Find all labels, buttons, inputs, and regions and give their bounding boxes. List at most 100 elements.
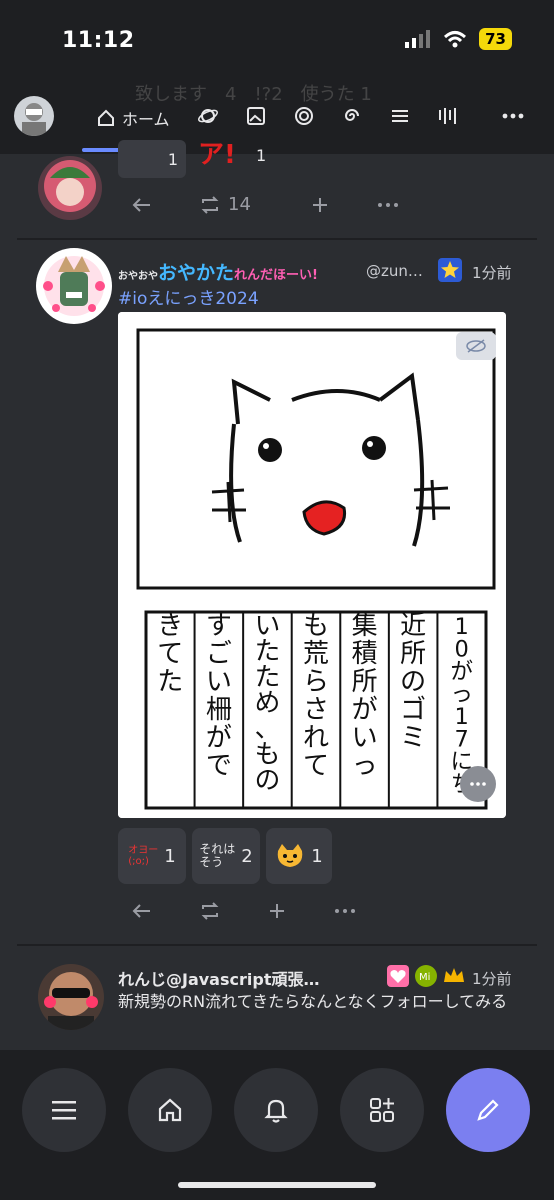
post2-more-button[interactable] — [334, 908, 356, 914]
post3-avatar[interactable] — [38, 964, 104, 1030]
renote-icon — [201, 195, 219, 214]
post2-display-name[interactable]: おやおやおやかたれんだほーい! — [118, 258, 318, 285]
reaction-sorehasou-emoji: それはそう — [199, 842, 236, 869]
home-icon — [98, 109, 114, 126]
tab-media[interactable] — [246, 106, 266, 126]
reply-button[interactable] — [132, 196, 152, 214]
post2-actions — [132, 902, 404, 920]
comic-column-text: いたため、もの — [255, 611, 281, 795]
bell-icon — [264, 1099, 288, 1123]
plus-icon — [270, 904, 284, 918]
eye-off-icon — [466, 339, 486, 353]
status-time: 11:12 — [62, 28, 135, 53]
comic-column-text: 近所のゴミ — [400, 611, 426, 753]
more-dots-icon — [502, 113, 524, 119]
post3-text: 新規勢のRN流れてきたらなんとなくフォローしてみる — [118, 992, 508, 1011]
hide-image-button[interactable] — [456, 332, 496, 360]
react-button[interactable] — [268, 902, 286, 920]
background-ghost-text: 致します 4 !?2 使うた 1 — [135, 84, 372, 105]
post1-badge-count: 1 — [256, 146, 267, 165]
menu-button[interactable] — [22, 1068, 106, 1152]
comic-column-text: すごい柵がで — [206, 611, 232, 781]
home-button[interactable] — [128, 1068, 212, 1152]
pencil-icon — [477, 1099, 499, 1121]
status-icons: 73 — [405, 28, 512, 50]
post1-reaction-count: 1 — [167, 149, 178, 169]
planet-icon — [198, 109, 218, 123]
post2-name-prefix: おやおや — [118, 271, 158, 282]
list-icon — [392, 110, 408, 122]
svg-text:Mi: Mi — [419, 972, 430, 983]
post3-badges: Mi — [386, 964, 466, 988]
comic-column-text: も荒らされて — [303, 611, 329, 781]
hamburger-icon — [52, 1101, 76, 1120]
react-button[interactable] — [311, 196, 329, 214]
comic-drawing: 10がっ17にち近所のゴミ集積所がいっも荒らされていたため、ものすごい柵ができて… — [118, 312, 506, 818]
tab-home-label: ホーム — [122, 110, 170, 129]
reaction-sorehasou[interactable]: それはそう 2 — [192, 828, 260, 884]
reaction-cat-count: 1 — [311, 845, 323, 867]
renote-icon — [201, 902, 219, 920]
account-avatar[interactable] — [14, 96, 54, 136]
more-dots-icon — [335, 909, 355, 913]
post2-hashtag[interactable]: #ioえにっき2024 — [118, 284, 259, 309]
reaction-oyo[interactable]: オヨー(;o;) 1 — [118, 828, 186, 884]
post3-display-name[interactable]: れんじ@Javascript頑張… — [118, 966, 319, 990]
post1-reaction[interactable]: 1 — [118, 140, 186, 178]
tab-list[interactable] — [390, 106, 410, 126]
reply-icon — [132, 197, 150, 212]
reaction-sorehasou-count: 2 — [241, 845, 253, 867]
post2-handle[interactable]: @zun… — [366, 262, 423, 280]
post2-avatar[interactable] — [36, 248, 112, 324]
status-bar: 11:12 73 — [0, 0, 554, 80]
tab-channel[interactable] — [438, 106, 460, 126]
post2-star-badge — [438, 258, 462, 282]
renote-button[interactable] — [200, 902, 220, 920]
heart-frame-icon — [387, 965, 409, 987]
widgets-button[interactable] — [340, 1068, 424, 1152]
wifi-icon — [444, 31, 467, 48]
home-icon — [158, 1098, 182, 1122]
post-divider — [17, 944, 537, 946]
image-more-button[interactable] — [460, 766, 496, 802]
home-indicator — [178, 1182, 376, 1188]
image-icon — [247, 107, 265, 125]
reply-icon — [132, 904, 150, 918]
cat-face-icon — [278, 844, 303, 867]
tab-antenna[interactable] — [294, 106, 314, 126]
reaction-cat[interactable]: 1 — [266, 828, 332, 884]
target-icon — [295, 107, 313, 125]
post2-name-main: おやかた — [158, 262, 235, 284]
tab-spiral[interactable] — [342, 106, 362, 126]
battery-indicator: 73 — [479, 28, 512, 50]
post-divider — [17, 238, 537, 240]
crown-icon — [444, 968, 464, 982]
post1-actions: 14 — [132, 194, 447, 215]
tab-planet[interactable] — [198, 106, 218, 126]
notifications-button[interactable] — [234, 1068, 318, 1152]
post2-image[interactable]: 10がっ17にち近所のゴミ集積所がいっも荒らされていたため、ものすごい柵ができて… — [118, 312, 506, 818]
reply-button[interactable] — [132, 902, 152, 920]
misskey-icon: Mi — [415, 965, 437, 987]
apps-plus-icon — [370, 1098, 394, 1122]
tab-home[interactable]: ホーム — [96, 106, 170, 130]
post1-more-button[interactable] — [377, 202, 399, 208]
reaction-oyo-count: 1 — [164, 845, 176, 867]
post2-name-suffix: れんだほーい! — [234, 268, 318, 283]
renote-count: 14 — [228, 194, 251, 215]
more-dots-icon — [470, 782, 486, 786]
compose-button[interactable] — [446, 1068, 530, 1152]
spiral-icon — [344, 109, 359, 121]
renote-button[interactable]: 14 — [200, 194, 251, 215]
comic-column-text: 集積所がいっ — [352, 611, 378, 781]
post1-avatar[interactable] — [38, 156, 102, 220]
post3-time[interactable]: 1分前 — [472, 968, 512, 989]
reaction-oyo-emoji: オヨー(;o;) — [128, 845, 159, 867]
post2-time[interactable]: 1分前 — [472, 262, 512, 283]
plus-icon — [312, 197, 327, 212]
comic-column-text: きてた — [157, 611, 183, 697]
star-icon — [441, 261, 459, 278]
post1-red-emoji: ア! — [198, 140, 236, 170]
more-dots-icon — [377, 202, 398, 207]
more-menu-button[interactable] — [502, 106, 524, 126]
